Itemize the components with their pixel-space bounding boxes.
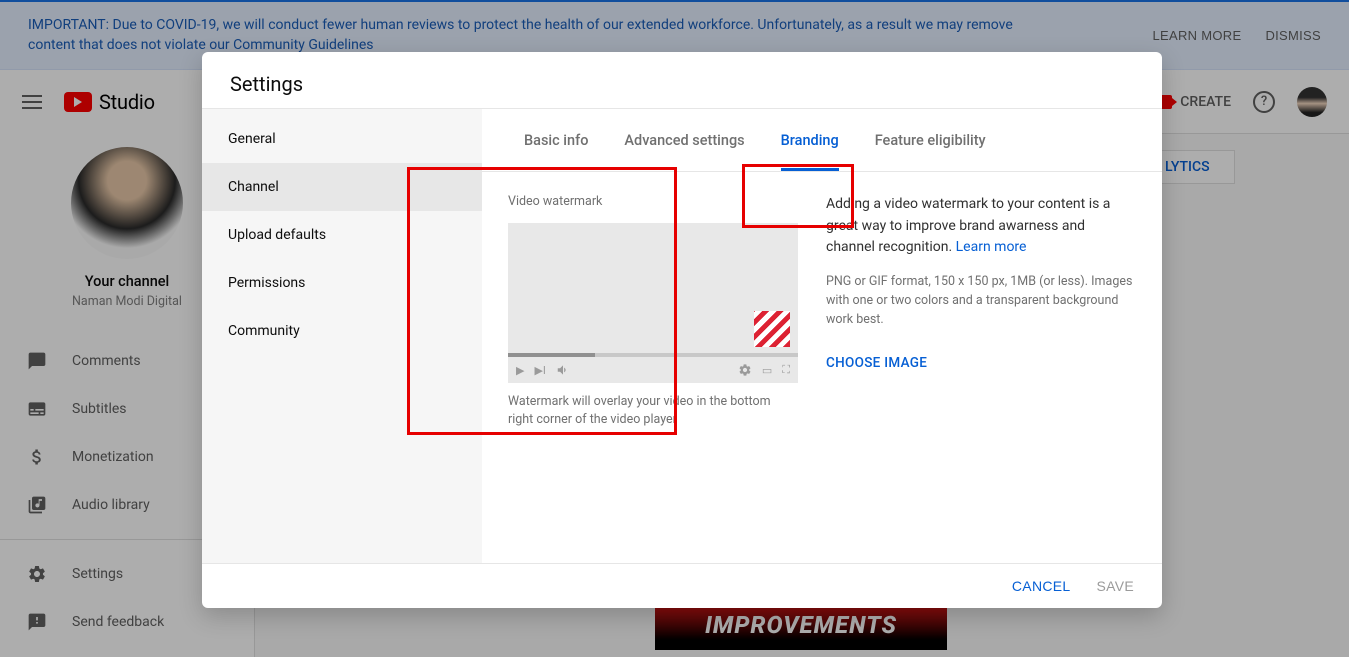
channel-tabs: Basic info Advanced settings Branding Fe… xyxy=(482,109,1162,172)
settings-icon xyxy=(738,363,752,377)
preview-help: Watermark will overlay your video in the… xyxy=(508,393,798,429)
next-icon: ▶I xyxy=(534,364,545,377)
save-button[interactable]: SAVE xyxy=(1096,578,1134,594)
video-preview: ▶ ▶I ▭ ⛶ xyxy=(508,223,798,383)
wide-icon: ▭ xyxy=(762,364,772,377)
tab-basic-info[interactable]: Basic info xyxy=(506,109,606,171)
learn-more-link[interactable]: Learn more xyxy=(956,239,1027,255)
cancel-button[interactable]: CANCEL xyxy=(1012,578,1071,594)
tab-advanced-settings[interactable]: Advanced settings xyxy=(606,109,762,171)
settings-dialog: Settings General Channel Upload defaults… xyxy=(202,52,1162,608)
dialog-title: Settings xyxy=(202,52,1162,108)
tab-branding[interactable]: Branding xyxy=(763,109,857,171)
settings-nav-general[interactable]: General xyxy=(202,115,482,163)
settings-nav: General Channel Upload defaults Permissi… xyxy=(202,109,482,563)
settings-nav-upload-defaults[interactable]: Upload defaults xyxy=(202,211,482,259)
choose-image-button[interactable]: CHOOSE IMAGE xyxy=(826,353,1136,374)
settings-nav-permissions[interactable]: Permissions xyxy=(202,259,482,307)
volume-icon xyxy=(556,363,570,377)
watermark-preview xyxy=(754,311,790,347)
fullscreen-icon: ⛶ xyxy=(782,363,790,377)
settings-nav-community[interactable]: Community xyxy=(202,307,482,355)
watermark-label: Video watermark xyxy=(508,194,798,209)
watermark-description: Adding a video watermark to your content… xyxy=(826,194,1136,259)
play-icon: ▶ xyxy=(516,364,524,377)
format-hint: PNG or GIF format, 150 x 150 px, 1MB (or… xyxy=(826,273,1136,329)
settings-nav-channel[interactable]: Channel xyxy=(202,163,482,211)
tab-feature-eligibility[interactable]: Feature eligibility xyxy=(857,109,1004,171)
